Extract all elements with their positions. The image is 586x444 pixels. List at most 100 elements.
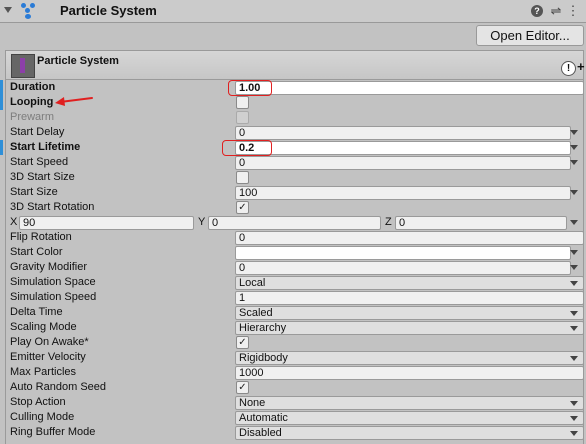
field-label: Play On Awake* [10,336,89,348]
color-mode-dropdown-icon[interactable] [570,250,578,255]
chevron-down-icon [570,281,578,286]
start-size-input[interactable]: 100 [235,186,571,200]
emitter-velocity-dropdown[interactable]: Rigidbody [235,351,584,365]
field-start-size: Start Size 100 [0,185,586,200]
chevron-down-icon [570,401,578,406]
field-emitter-velocity: Emitter Velocity Rigidbody [0,350,586,365]
field-3d-start-rotation: 3D Start Rotation ✓ [0,200,586,215]
dropdown-value: Rigidbody [239,352,288,364]
dropdown-value: Hierarchy [239,322,287,334]
field-scaling-mode: Scaling Mode Hierarchy [0,320,586,335]
help-icon[interactable]: ? [531,5,543,17]
delta-time-dropdown[interactable]: Scaled [235,306,584,320]
start-delay-input[interactable]: 0 [235,126,571,140]
curve-mode-dropdown-icon[interactable] [570,160,578,165]
field-start-speed: Start Speed 0 [0,155,586,170]
rotation-z-input[interactable]: 0 [395,216,567,230]
field-max-particles: Max Particles 1000 [0,365,586,380]
start-color-swatch[interactable] [235,246,571,260]
field-label: Auto Random Seed [10,381,107,393]
component-title: Particle System [60,3,157,18]
simulation-space-dropdown[interactable]: Local [235,276,584,290]
field-gravity-modifier: Gravity Modifier 0 [0,260,586,275]
y-label: Y [198,216,206,228]
curve-mode-dropdown-icon[interactable] [570,265,578,270]
gravity-modifier-input[interactable]: 0 [235,261,571,275]
rotation-x-input[interactable]: 90 [19,216,194,230]
field-start-color: Start Color [0,245,586,260]
particle-thumbnail-icon [11,54,35,78]
field-simulation-space: Simulation Space Local [0,275,586,290]
duration-highlight-box [228,80,272,96]
field-label: Max Particles [10,366,77,378]
field-label: Culling Mode [10,411,75,423]
field-prewarm: Prewarm [0,110,586,125]
module-title: Particle System [37,55,119,67]
chevron-down-icon [570,326,578,331]
open-editor-button[interactable]: Open Editor... [476,25,584,46]
field-start-lifetime: Start Lifetime 0.2 [0,140,586,155]
scaling-mode-dropdown[interactable]: Hierarchy [235,321,584,335]
rotation-y-input[interactable]: 0 [208,216,381,230]
field-label: Start Speed [10,156,69,168]
add-module-icon[interactable]: + [577,59,585,74]
z-label: Z [385,216,392,228]
3d-start-rotation-checkbox[interactable]: ✓ [236,201,249,214]
chevron-down-icon [570,311,578,316]
field-label: Start Lifetime [10,141,81,153]
field-label: Emitter Velocity [10,351,86,363]
context-menu-icon[interactable]: ⋮ [565,3,581,19]
max-particles-input[interactable]: 1000 [235,366,584,380]
presets-icon[interactable]: ⇌ [548,3,564,19]
curve-mode-dropdown-icon[interactable] [570,220,578,225]
auto-random-seed-checkbox[interactable]: ✓ [236,381,249,394]
field-start-delay: Start Delay 0 [0,125,586,140]
culling-mode-dropdown[interactable]: Automatic [235,411,584,425]
chevron-down-icon [570,356,578,361]
module-header[interactable]: Particle System ! + [6,51,585,80]
start-lifetime-input[interactable]: 0.2 [235,141,571,155]
field-label: Simulation Speed [10,291,97,303]
field-label: 3D Start Rotation [10,201,95,213]
prewarm-checkbox [236,111,249,124]
ring-buffer-mode-dropdown[interactable]: Disabled [235,426,584,440]
field-label: Scaling Mode [10,321,77,333]
field-label: Prewarm [10,111,55,123]
chevron-down-icon [570,416,578,421]
field-delta-time: Delta Time Scaled [0,305,586,320]
field-play-on-awake: Play On Awake* ✓ [0,335,586,350]
field-label: Simulation Space [10,276,96,288]
3d-start-size-checkbox[interactable] [236,171,249,184]
x-label: X [10,216,18,228]
field-label: Stop Action [10,396,66,408]
flip-rotation-input[interactable]: 0 [235,231,584,245]
field-ring-buffer-mode: Ring Buffer Mode Disabled [0,425,586,440]
simulation-speed-input[interactable]: 1 [235,291,584,305]
field-label: 3D Start Size [10,171,75,183]
field-3d-start-size: 3D Start Size [0,170,586,185]
field-label: Start Color [10,246,63,258]
dropdown-value: None [239,397,266,409]
curve-mode-dropdown-icon[interactable] [570,145,578,150]
dropdown-value: Automatic [239,412,288,424]
field-label: Looping [10,96,54,108]
component-header: Particle System ? ⇌ ⋮ [0,0,586,23]
dropdown-value: Disabled [239,427,282,439]
curve-mode-dropdown-icon[interactable] [570,190,578,195]
annotation-arrow-icon [55,97,93,106]
dropdown-value: Scaled [239,307,273,319]
field-label: Ring Buffer Mode [10,426,96,438]
field-simulation-speed: Simulation Speed 1 [0,290,586,305]
duration-input[interactable]: 1.00 [235,81,584,95]
chevron-down-icon [570,431,578,436]
play-on-awake-checkbox[interactable]: ✓ [236,336,249,349]
fold-toggle-icon[interactable] [4,7,12,13]
field-label: Delta Time [10,306,63,318]
stop-action-dropdown[interactable]: None [235,396,584,410]
start-speed-input[interactable]: 0 [235,156,571,170]
curve-mode-dropdown-icon[interactable] [570,130,578,135]
looping-checkbox[interactable] [236,96,249,109]
field-label: Duration [10,81,56,93]
particle-system-icon [21,3,37,19]
field-label: Gravity Modifier [10,261,88,273]
